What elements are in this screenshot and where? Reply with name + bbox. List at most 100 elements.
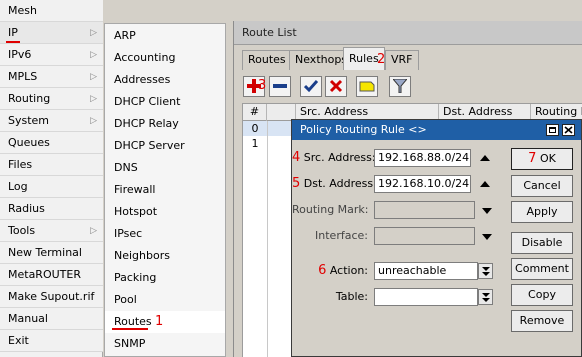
remove-button[interactable] [269,76,291,97]
menu-item-label: IPv6 [8,48,32,61]
submenu-item-neighbors[interactable]: Neighbors [105,245,225,267]
ok-button-label: OK [539,152,556,165]
step-marker-7: 7 [528,151,537,166]
main-menu: Mesh IP ▷ IPv6 ▷ MPLS ▷ Routing ▷ System… [0,0,103,357]
interface-input[interactable] [374,227,475,245]
dialog-title: Policy Routing Rule <> [300,123,427,136]
submenu-item-addresses[interactable]: Addresses [105,69,225,91]
menu-item-system[interactable]: System ▷ [0,110,103,132]
submenu-arrow-icon: ▷ [90,72,97,82]
submenu-item-arp[interactable]: ARP [105,25,225,47]
cancel-button[interactable]: Cancel [511,175,573,197]
routing-mark-dropdown-icon[interactable] [482,208,492,214]
submenu-arrow-icon: ▷ [90,50,97,60]
table-dropdown-icon[interactable] [478,289,493,305]
menu-item-metarouter[interactable]: MetaROUTER [0,264,103,286]
menu-item-log[interactable]: Log [0,176,103,198]
submenu-item-dhcp-server[interactable]: DHCP Server [105,135,225,157]
submenu-item-packing[interactable]: Packing [105,267,225,289]
submenu-item-label: DNS [114,161,138,174]
comment-button[interactable] [356,76,378,97]
action-label-text: Action: [329,264,368,277]
submenu-item-label: Neighbors [114,249,170,262]
menu-item-exit[interactable]: Exit [0,330,103,352]
submenu-arrow-icon: ▷ [90,94,97,104]
step-marker-3: 3 [258,78,267,93]
step-marker-5: 5 [292,176,301,191]
menu-item-label: Routing [8,92,51,105]
menu-item-label: Mesh [8,4,37,17]
submenu-item-label: DHCP Client [114,95,181,108]
submenu-item-label: ARP [114,29,136,42]
menu-item-label: MPLS [8,70,38,83]
dialog-titlebar[interactable]: Policy Routing Rule <> [292,120,581,140]
submenu-item-label: Accounting [114,51,176,64]
row-number: 0 [251,122,259,135]
submenu-item-dhcp-client[interactable]: DHCP Client [105,91,225,113]
menu-item-manual[interactable]: Manual [0,308,103,330]
disable-button[interactable] [325,76,347,97]
menu-item-label: Queues [8,136,50,149]
column-header-number[interactable]: # [243,104,267,121]
filter-button[interactable] [389,76,411,97]
submenu-item-snmp[interactable]: SNMP [105,333,225,355]
submenu-item-pool[interactable]: Pool [105,289,225,311]
ip-underline-annotation [6,41,20,43]
close-icon[interactable] [562,124,575,136]
menu-item-tools[interactable]: Tools ▷ [0,220,103,242]
src-address-input[interactable]: 192.168.88.0/24 [374,149,471,167]
submenu-item-ipsec[interactable]: IPsec [105,223,225,245]
submenu-item-label: Addresses [114,73,171,86]
routes-underline-annotation [112,328,148,330]
tab-label: Routes [248,53,286,66]
tab-routes[interactable]: Routes [242,50,292,70]
filter-icon [393,79,407,93]
submenu-item-dhcp-relay[interactable]: DHCP Relay [105,113,225,135]
apply-button[interactable]: Apply [511,201,573,223]
menu-item-ipv6[interactable]: IPv6 ▷ [0,44,103,66]
menu-item-make-supout[interactable]: Make Supout.rif [0,286,103,308]
check-icon [304,80,318,93]
interface-dropdown-icon[interactable] [482,234,492,240]
dst-address-collapse-icon[interactable] [480,181,490,187]
src-address-label: 4 Src. Address: [292,149,376,167]
tab-vrf[interactable]: VRF [385,50,419,70]
submenu-item-hotspot[interactable]: Hotspot [105,201,225,223]
copy-button[interactable]: Copy [511,284,573,306]
submenu-item-dns[interactable]: DNS [105,157,225,179]
action-dropdown-icon[interactable] [478,263,493,279]
menu-item-new-terminal[interactable]: New Terminal [0,242,103,264]
dst-address-input[interactable]: 192.168.10.0/24 [374,175,471,193]
menu-item-radius[interactable]: Radius [0,198,103,220]
menu-item-files[interactable]: Files [0,154,103,176]
ok-button[interactable]: 7 OK [511,148,573,170]
submenu-arrow-icon: ▷ [90,116,97,126]
src-address-label-text: Src. Address: [303,151,376,164]
enable-button[interactable] [300,76,322,97]
submenu-item-firewall[interactable]: Firewall [105,179,225,201]
tab-label: VRF [391,53,413,66]
submenu-arrow-icon: ▷ [90,226,97,236]
menu-item-routing[interactable]: Routing ▷ [0,88,103,110]
menu-item-mpls[interactable]: MPLS ▷ [0,66,103,88]
maximize-icon[interactable] [546,124,559,136]
tab-label: Nexthops [295,53,348,66]
cross-icon [329,79,343,93]
action-select[interactable]: unreachable [374,262,478,280]
submenu-arrow-icon: ▷ [90,28,97,38]
comment-rule-button[interactable]: Comment [511,258,573,280]
src-address-collapse-icon[interactable] [480,155,490,161]
submenu-item-accounting[interactable]: Accounting [105,47,225,69]
routing-mark-input[interactable] [374,201,475,219]
table-select[interactable] [374,288,478,306]
remove-rule-button[interactable]: Remove [511,310,573,332]
menu-item-label: System [8,114,50,127]
action-label: 6 Action: [292,262,368,280]
menu-item-queues[interactable]: Queues [0,132,103,154]
menu-item-label: Tools [8,224,36,237]
disable-rule-button[interactable]: Disable [511,232,573,254]
row-number: 1 [251,137,259,150]
menu-item-mesh[interactable]: Mesh [0,0,103,22]
dst-address-label-text: Dst. Address: [303,177,377,190]
ip-submenu: ARP Accounting Addresses DHCP Client DHC… [104,23,226,357]
